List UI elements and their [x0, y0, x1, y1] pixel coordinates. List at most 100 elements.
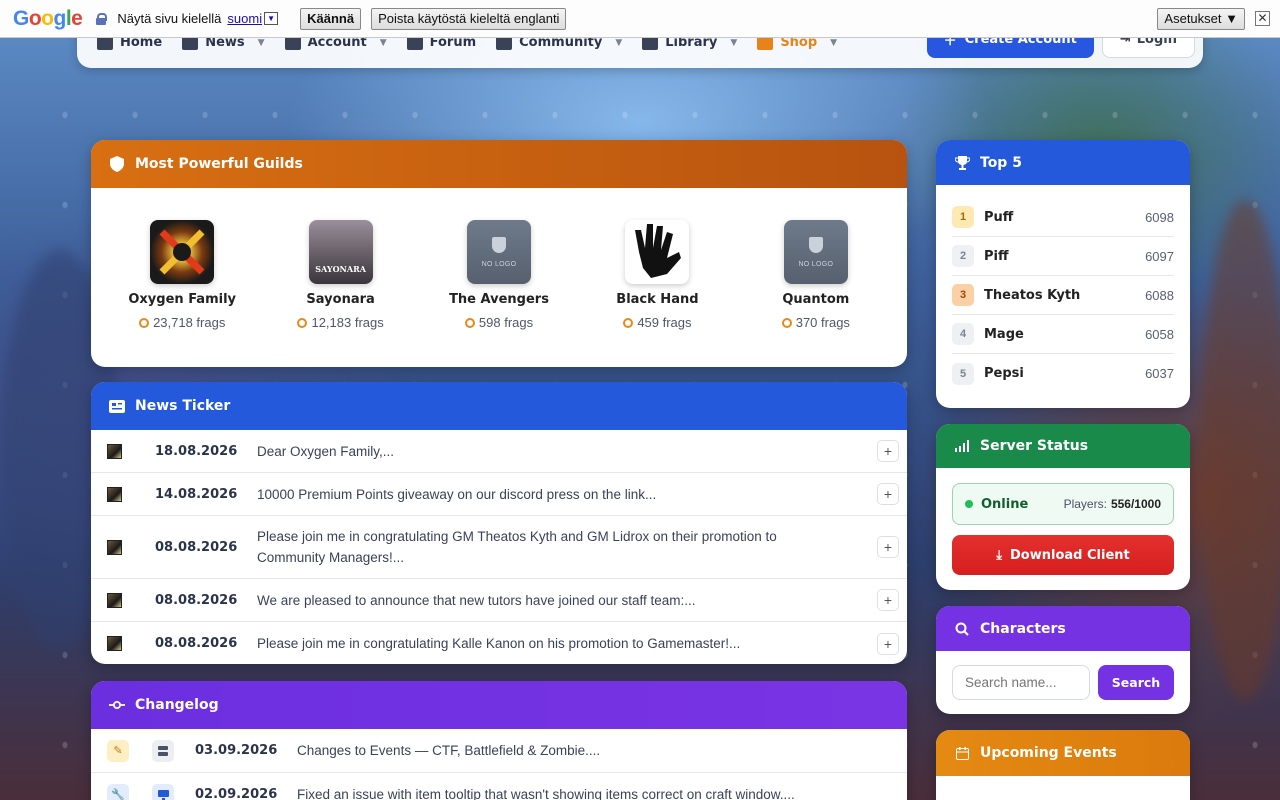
news-row[interactable]: 08.08.2026 Please join me in congratulat… [91, 622, 907, 664]
target-icon [139, 317, 150, 328]
player-score: 6037 [1145, 366, 1174, 381]
news-row[interactable]: 08.08.2026 We are pleased to announce th… [91, 579, 907, 622]
rank-badge: 3 [952, 284, 974, 306]
news-text: 10000 Premium Points giveaway on our dis… [257, 486, 657, 502]
player-name: Theatos Kyth [984, 287, 1081, 303]
news-row[interactable]: 18.08.2026 Dear Oxygen Family,... + [91, 430, 907, 473]
guilds-header: Most Powerful Guilds [91, 140, 907, 188]
character-search-button[interactable]: Search [1098, 665, 1174, 700]
news-text: Please join me in congratulating Kalle K… [257, 636, 741, 651]
background-art-right [1200, 200, 1280, 700]
disable-translate-button[interactable]: Poista käytöstä kieleltä englanti [371, 7, 567, 30]
news-thumbnail [107, 636, 122, 651]
characters-header: Characters [936, 606, 1190, 651]
news-date: 08.08.2026 [155, 636, 238, 651]
characters-panel: Characters Search [936, 606, 1190, 714]
news-ticker-header: News Ticker [91, 382, 907, 430]
chevron-down-icon: ▼ [730, 37, 738, 48]
changelog-header: Changelog [91, 681, 907, 729]
guild-name: The Avengers [449, 292, 549, 307]
guild-card[interactable]: SAYONARA Sayonara 12,183 frags [261, 220, 419, 330]
player-name: Puff [984, 209, 1014, 225]
search-icon [954, 621, 970, 637]
monitor-icon [152, 783, 174, 800]
guild-card[interactable]: Black Hand 459 frags [578, 220, 736, 330]
changelog-row[interactable]: 🔧 02.09.2026 Fixed an issue with item to… [91, 773, 907, 800]
players-count: Players: 556/1000 [1063, 497, 1161, 511]
top5-panel: Top 5 1 Puff 6098 2 Piff 6097 3 Theatos Kyth 6… [936, 140, 1190, 408]
upcoming-events-header: Upcoming Events [936, 730, 1190, 776]
changelog-date: 03.09.2026 [195, 743, 278, 758]
news-text: We are pleased to announce that new tuto… [257, 592, 696, 608]
language-dropdown-icon[interactable]: ▼ [264, 12, 279, 25]
guild-logo-placeholder: NO LOGO [467, 220, 532, 284]
download-icon: ⤓ [996, 547, 1003, 563]
guild-frags: 23,718 frags [139, 315, 225, 330]
guild-frags: 12,183 frags [297, 315, 384, 330]
target-icon [781, 317, 792, 328]
changelog-text: Fixed an issue with item tooltip that wa… [297, 787, 795, 800]
translate-prompt: Näytä sivu kielellä [117, 11, 222, 26]
player-score: 6098 [1145, 209, 1174, 225]
guild-card[interactable]: Oxygen Family 23,718 frags [103, 220, 261, 330]
google-logo: Google [13, 6, 83, 30]
calendar-icon [954, 745, 970, 761]
expand-icon[interactable]: + [877, 483, 899, 505]
server-icon [152, 739, 174, 762]
newspaper-icon [109, 398, 125, 414]
translate-settings-button[interactable]: Asetukset ▼ [1157, 7, 1245, 30]
rank-badge: 4 [952, 323, 974, 345]
translate-button[interactable]: Käännä [300, 7, 362, 30]
server-status-panel: Server Status Online Players: 556/1000 ⤓ … [936, 424, 1190, 590]
news-row[interactable]: 08.08.2026 Please join me in congratulat… [91, 516, 907, 579]
news-thumbnail [107, 592, 122, 608]
changelog-row[interactable]: ✎ 03.09.2026 Changes to Events — CTF, Ba… [91, 729, 907, 773]
status-label: Online [981, 496, 1029, 512]
guild-card[interactable]: NO LOGO Quantom 370 frags [737, 220, 895, 330]
news-text: Dear Oxygen Family,... [257, 443, 395, 459]
lock-icon [96, 12, 108, 25]
download-client-button[interactable]: ⤓ Download Client [952, 535, 1174, 575]
expand-icon[interactable]: + [877, 589, 899, 611]
news-thumbnail [107, 486, 122, 502]
translate-bar: Google Näytä sivu kielellä suomi ▼ Käänn… [0, 0, 1280, 38]
guilds-panel: Most Powerful Guilds Oxygen Family 23,71… [91, 140, 907, 367]
changelog-date: 02.09.2026 [195, 787, 278, 800]
player-score: 6058 [1145, 326, 1174, 342]
guild-logo-placeholder: NO LOGO [783, 220, 848, 284]
target-icon [464, 317, 475, 328]
expand-icon[interactable]: + [877, 536, 899, 558]
online-indicator: Online Players: 556/1000 [952, 483, 1174, 525]
guild-frags: 370 frags [781, 315, 850, 330]
top5-row[interactable]: 4 Mage 6058 [952, 315, 1174, 354]
guild-frags: 459 frags [623, 315, 692, 330]
guild-name: Sayonara [306, 292, 375, 307]
rank-badge: 1 [952, 206, 974, 228]
expand-icon[interactable]: + [877, 632, 899, 655]
player-score: 6088 [1145, 287, 1174, 303]
news-row[interactable]: 14.08.2026 10000 Premium Points giveaway… [91, 473, 907, 516]
news-thumbnail [107, 539, 122, 555]
shield-icon [808, 236, 823, 253]
signal-icon [954, 438, 970, 454]
rank-badge: 5 [952, 362, 974, 385]
top5-row[interactable]: 1 Puff 6098 [952, 198, 1174, 237]
target-icon [623, 317, 634, 328]
top5-header: Top 5 [936, 140, 1190, 185]
guild-card[interactable]: NO LOGO The Avengers 598 frags [420, 220, 578, 330]
chevron-down-icon: ▼ [830, 37, 838, 48]
top5-row[interactable]: 5 Pepsi 6037 [952, 354, 1174, 393]
player-score: 6097 [1145, 248, 1174, 264]
wrench-icon: 🔧 [107, 783, 129, 800]
character-search-input[interactable] [952, 665, 1090, 700]
language-select[interactable]: suomi [227, 11, 262, 26]
guild-logo [625, 220, 690, 284]
close-translate-bar-icon[interactable]: ✕ [1255, 11, 1270, 26]
commit-icon [109, 697, 125, 713]
changelog-panel: Changelog ✎ 03.09.2026 Changes to Events… [91, 681, 907, 800]
top5-row[interactable]: 3 Theatos Kyth 6088 [952, 276, 1174, 315]
server-status-header: Server Status [936, 424, 1190, 468]
guild-logo: SAYONARA [308, 220, 373, 284]
expand-icon[interactable]: + [877, 440, 899, 462]
top5-row[interactable]: 2 Piff 6097 [952, 237, 1174, 276]
